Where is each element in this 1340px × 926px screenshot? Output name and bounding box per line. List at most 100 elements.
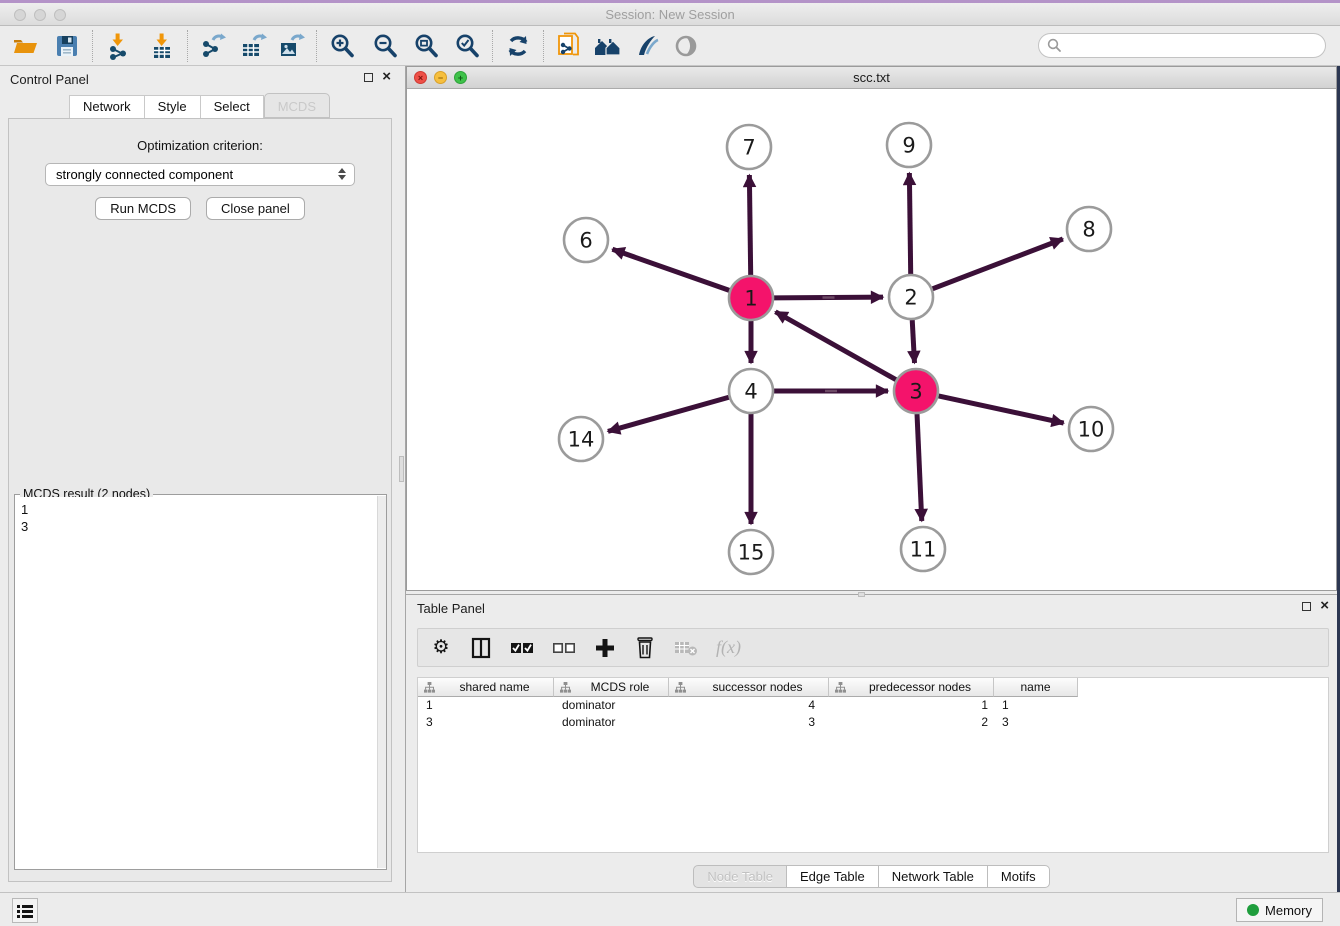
edge-3-10[interactable] xyxy=(938,396,1063,423)
float-panel-icon[interactable] xyxy=(364,73,373,82)
table-tabs: Node TableEdge TableNetwork TableMotifs xyxy=(406,865,1337,888)
table-settings-icon[interactable]: ⚙ xyxy=(430,636,452,660)
toolbar-separator xyxy=(92,30,93,62)
task-history-button[interactable] xyxy=(12,898,38,923)
edge-4-14[interactable] xyxy=(608,397,729,431)
tab-node-table[interactable]: Node Table xyxy=(693,865,787,888)
app-titlebar: Session: New Session xyxy=(0,3,1340,26)
show-style-icon[interactable] xyxy=(632,31,662,61)
edge-2-9[interactable] xyxy=(909,173,910,274)
select-stepper-icon xyxy=(338,168,346,180)
column-header-name[interactable]: name xyxy=(994,678,1078,697)
add-icon[interactable] xyxy=(594,636,616,660)
tab-mcds[interactable]: MCDS xyxy=(264,93,330,118)
edge-3-1[interactable] xyxy=(775,312,896,380)
graph-node-3[interactable]: 3 xyxy=(894,369,938,413)
show-hide-icon[interactable] xyxy=(671,31,701,61)
graph-node-8[interactable]: 8 xyxy=(1067,207,1111,251)
graph-node-7[interactable]: 7 xyxy=(727,125,771,169)
search-input[interactable] xyxy=(1068,38,1317,53)
criterion-select[interactable]: strongly connected component xyxy=(45,163,355,186)
network-window-titlebar: × − + scc.txt xyxy=(407,67,1336,89)
graph-node-4[interactable]: 4 xyxy=(729,369,773,413)
zoom-selected-icon[interactable] xyxy=(452,31,482,61)
toolbar-separator xyxy=(187,30,188,62)
mcds-result-list[interactable]: 13 xyxy=(16,497,376,868)
tab-motifs[interactable]: Motifs xyxy=(988,865,1050,888)
delete-icon[interactable] xyxy=(634,636,656,660)
main-toolbar xyxy=(0,26,1340,66)
network-window-title: scc.txt xyxy=(407,70,1336,85)
float-table-panel-icon[interactable] xyxy=(1302,602,1311,611)
mcds-result-group: MCDS result (2 nodes) 13 xyxy=(14,494,387,870)
mcds-tab-content: Optimization criterion: strongly connect… xyxy=(8,118,392,882)
memory-button[interactable]: Memory xyxy=(1236,898,1323,922)
save-session-icon[interactable] xyxy=(52,31,82,61)
svg-text:3: 3 xyxy=(909,380,922,404)
svg-text:9: 9 xyxy=(902,134,915,158)
tab-style[interactable]: Style xyxy=(145,95,201,120)
apply-layout-icon[interactable] xyxy=(503,31,533,61)
tab-network[interactable]: Network xyxy=(69,95,145,120)
zoom-out-icon[interactable] xyxy=(370,31,400,61)
graph-node-6[interactable]: 6 xyxy=(564,218,608,262)
cell-predecessor-nodes: 1 xyxy=(829,697,994,714)
zoom-in-icon[interactable] xyxy=(327,31,357,61)
show-columns-icon[interactable] xyxy=(470,636,492,660)
cell-MCDS-role: dominator xyxy=(554,697,669,714)
column-header-MCDS-role[interactable]: MCDS role xyxy=(554,678,669,697)
toolbar-separator xyxy=(543,30,544,62)
graph-node-1[interactable]: 1 xyxy=(729,276,773,320)
horizontal-splitter-handle[interactable] xyxy=(858,592,865,597)
close-panel-button[interactable]: Close panel xyxy=(206,197,305,220)
graph-node-9[interactable]: 9 xyxy=(887,123,931,167)
column-header-predecessor-nodes[interactable]: predecessor nodes xyxy=(829,678,994,697)
unselect-all-icon[interactable] xyxy=(552,636,576,660)
function-builder-icon: f(x) xyxy=(716,636,741,660)
edge-2-8[interactable] xyxy=(932,239,1062,289)
graph-node-10[interactable]: 10 xyxy=(1069,407,1113,451)
table-row[interactable]: 1dominator411 xyxy=(418,697,1328,714)
tab-select[interactable]: Select xyxy=(201,95,264,120)
edge-1-7[interactable] xyxy=(749,175,750,275)
cell-successor-nodes: 4 xyxy=(669,697,829,714)
export-image-icon[interactable] xyxy=(276,31,306,61)
cell-successor-nodes: 3 xyxy=(669,714,829,731)
edge-3-11[interactable] xyxy=(917,414,922,521)
toolbar-separator xyxy=(492,30,493,62)
cell-shared-name: 3 xyxy=(418,714,554,731)
tab-edge-table[interactable]: Edge Table xyxy=(787,865,879,888)
graph-node-14[interactable]: 14 xyxy=(559,417,603,461)
result-line: 1 xyxy=(21,501,376,518)
criterion-value: strongly connected component xyxy=(56,167,233,182)
duplicate-network-icon[interactable] xyxy=(554,31,584,61)
table-row[interactable]: 3dominator323 xyxy=(418,714,1328,731)
import-table-icon[interactable] xyxy=(147,31,177,61)
network-view-window: × − + scc.txt 7 9 6 8 1 2 4 3 14 10 15 11 xyxy=(406,66,1337,591)
export-network-icon[interactable] xyxy=(198,31,228,61)
node-table: shared nameMCDS rolesuccessor nodesprede… xyxy=(417,677,1329,853)
tab-network-table[interactable]: Network Table xyxy=(879,865,988,888)
vertical-splitter-handle[interactable] xyxy=(399,456,404,482)
open-file-icon[interactable] xyxy=(10,31,40,61)
select-all-icon[interactable] xyxy=(510,636,534,660)
network-canvas[interactable]: 7 9 6 8 1 2 4 3 14 10 15 11 xyxy=(407,89,1336,590)
close-panel-icon[interactable]: × xyxy=(382,72,391,82)
graph-node-2[interactable]: 2 xyxy=(889,275,933,319)
graph-node-11[interactable]: 11 xyxy=(901,527,945,571)
zoom-fit-icon[interactable] xyxy=(411,31,441,61)
show-all-networks-icon[interactable] xyxy=(593,31,623,61)
run-mcds-button[interactable]: Run MCDS xyxy=(95,197,191,220)
vertical-splitter[interactable] xyxy=(399,66,406,892)
edge-2-3[interactable] xyxy=(912,320,914,363)
edge-1-6[interactable] xyxy=(612,249,729,290)
column-header-shared-name[interactable]: shared name xyxy=(418,678,554,697)
search-box[interactable] xyxy=(1038,33,1326,58)
import-network-icon[interactable] xyxy=(103,31,133,61)
result-scrollbar[interactable] xyxy=(377,496,386,868)
close-table-panel-icon[interactable]: × xyxy=(1320,601,1329,611)
graph-node-15[interactable]: 15 xyxy=(729,530,773,574)
column-header-successor-nodes[interactable]: successor nodes xyxy=(669,678,829,697)
toolbar-separator xyxy=(316,30,317,62)
export-table-icon[interactable] xyxy=(238,31,268,61)
